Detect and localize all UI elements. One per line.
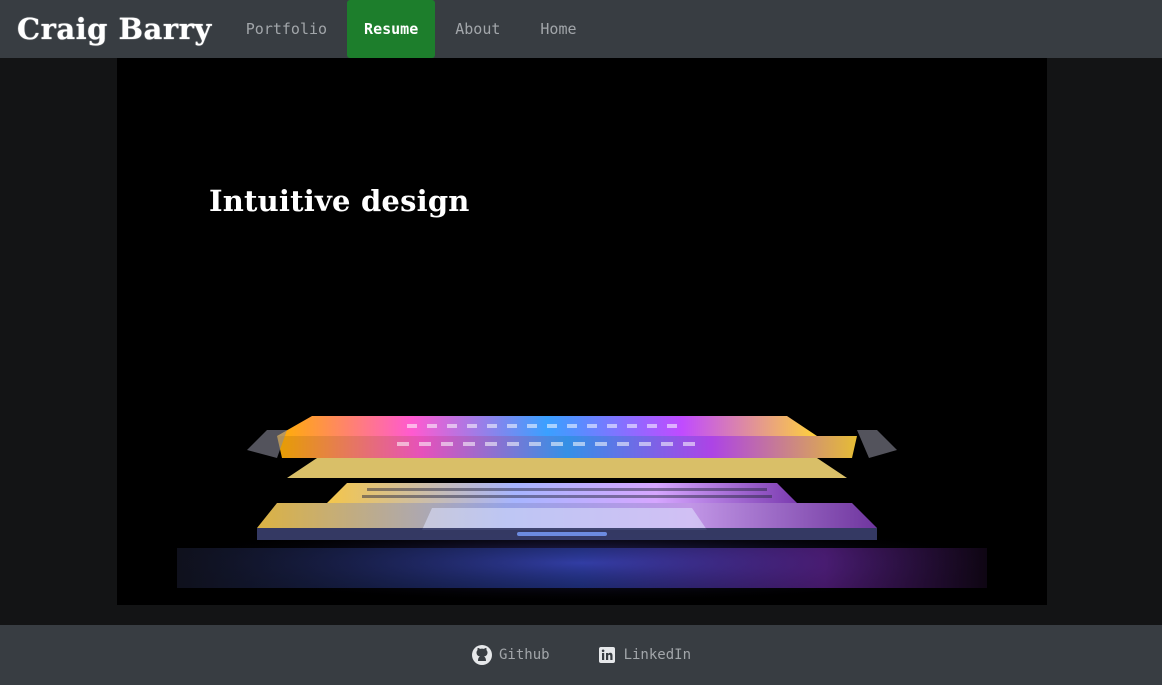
hero-section: Intuitive design <box>0 58 1162 625</box>
github-label: Github <box>498 647 550 663</box>
github-link[interactable]: Github <box>471 644 550 666</box>
linkedin-icon <box>596 644 618 666</box>
nav-resume[interactable]: Resume <box>347 0 436 58</box>
hero-heading: Intuitive design <box>209 184 470 218</box>
footer: Github LinkedIn <box>0 625 1162 685</box>
hero-image: Intuitive design <box>117 58 1047 605</box>
brand-logo[interactable]: Craig Barry <box>17 12 212 46</box>
linkedin-link[interactable]: LinkedIn <box>596 644 691 666</box>
navbar: Craig Barry Portfolio Resume About Home <box>0 0 1162 58</box>
nav-portfolio[interactable]: Portfolio <box>226 0 347 58</box>
linkedin-label: LinkedIn <box>623 647 691 663</box>
github-icon <box>471 644 493 666</box>
laptop-illustration <box>152 416 1012 603</box>
nav-about[interactable]: About <box>435 0 520 58</box>
nav-home[interactable]: Home <box>520 0 596 58</box>
